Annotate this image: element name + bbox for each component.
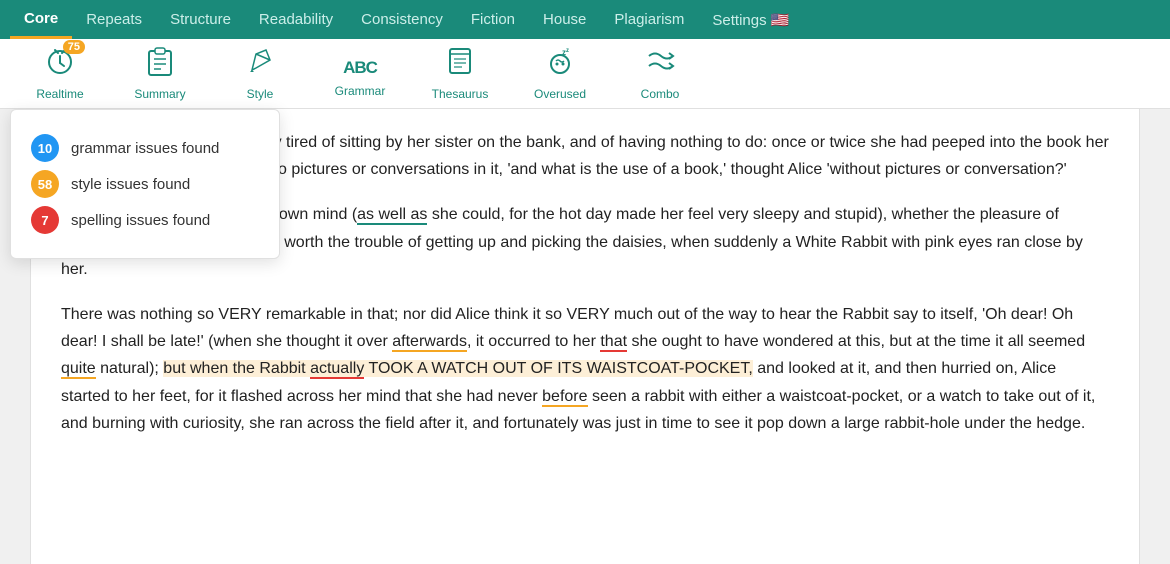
thesaurus-label: Thesaurus	[432, 87, 489, 101]
abc-text: ABC	[343, 58, 377, 77]
top-nav: Core Repeats Structure Readability Consi…	[0, 0, 1170, 39]
combo-label: Combo	[641, 87, 680, 101]
grammar-label: Grammar	[335, 84, 386, 98]
tool-style[interactable]: Style	[210, 39, 310, 109]
nav-structure[interactable]: Structure	[156, 0, 245, 39]
tool-combo[interactable]: Combo	[610, 39, 710, 109]
grammar-count-label: grammar issues found	[71, 140, 219, 157]
pen-icon	[246, 46, 274, 83]
style-label: Style	[247, 87, 274, 101]
shuffle-icon	[645, 46, 675, 83]
tool-overused[interactable]: z z Overused	[510, 39, 610, 109]
realtime-badge: 75	[63, 40, 85, 54]
summary-label: Summary	[134, 87, 185, 101]
spelling-count-label: spelling issues found	[71, 212, 210, 229]
but-when-highlight: but when the Rabbit actually TOOK A WATC…	[163, 360, 753, 377]
spelling-count-badge: 7	[31, 206, 59, 234]
svg-text:z: z	[566, 48, 569, 54]
tool-grammar[interactable]: ABC Grammar	[310, 39, 410, 109]
summary-dropdown: 10 grammar issues found 58 style issues …	[10, 109, 280, 259]
tool-realtime[interactable]: 75 Realtime	[10, 39, 110, 109]
style-count-row: 58 style issues found	[31, 170, 259, 198]
that-underline: that	[600, 333, 627, 352]
overused-label: Overused	[534, 87, 586, 101]
realtime-label: Realtime	[36, 87, 83, 101]
nav-house[interactable]: House	[529, 0, 600, 39]
nav-consistency[interactable]: Consistency	[347, 0, 457, 39]
abc-icon: ABC	[343, 49, 377, 80]
nav-settings[interactable]: Settings 🇺🇸	[698, 0, 803, 39]
grammar-count-row: 10 grammar issues found	[31, 134, 259, 162]
grammar-count-badge: 10	[31, 134, 59, 162]
book-icon	[446, 46, 474, 83]
spelling-count-row: 7 spelling issues found	[31, 206, 259, 234]
style-count-badge: 58	[31, 170, 59, 198]
sub-toolbar: 75 Realtime Summary Style	[0, 39, 1170, 109]
nav-repeats[interactable]: Repeats	[72, 0, 156, 39]
nav-plagiarism[interactable]: Plagiarism	[600, 0, 698, 39]
afterwards-underline: afterwards	[392, 333, 467, 352]
tool-summary[interactable]: Summary	[110, 39, 210, 109]
as-well-as-underline: as well as	[357, 206, 427, 225]
clock-icon: 75	[45, 46, 75, 83]
paragraph-3: There was nothing so VERY remarkable in …	[61, 301, 1109, 437]
nav-core[interactable]: Core	[10, 0, 72, 39]
nav-fiction[interactable]: Fiction	[457, 0, 529, 39]
tool-thesaurus[interactable]: Thesaurus	[410, 39, 510, 109]
clipboard-icon	[146, 46, 174, 83]
nav-readability[interactable]: Readability	[245, 0, 347, 39]
quite-underline: quite	[61, 360, 96, 379]
style-count-label: style issues found	[71, 176, 190, 193]
sleep-icon: z z	[545, 46, 575, 83]
before-underline: before	[542, 388, 587, 407]
actually-underline: actually	[310, 360, 364, 379]
